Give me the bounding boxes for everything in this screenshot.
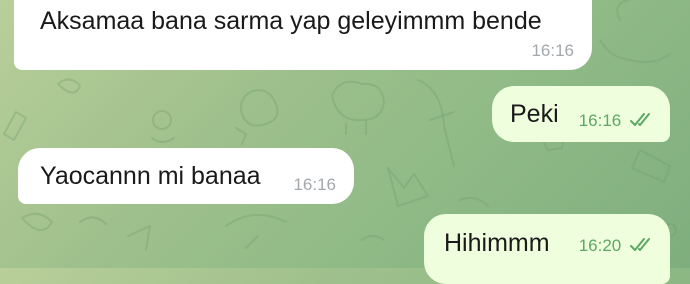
message-time: 16:20 [578, 236, 622, 255]
message-meta: 16:16 [579, 111, 656, 131]
message-text: Hihimmm [444, 229, 550, 257]
double-check-read-icon [630, 238, 650, 251]
message-text: Peki [510, 100, 559, 128]
message-bubble-incoming[interactable]: Aksamaa bana sarma yap geleyimmm bende 1… [14, 0, 592, 70]
message-bubble-outgoing[interactable]: Hihimmm 16:20 [424, 214, 670, 284]
message-text: Yaocannn mi banaa [40, 162, 261, 190]
message-time: 16:16 [293, 175, 336, 194]
message-time: 16:16 [531, 41, 574, 60]
double-check-read-icon [630, 113, 650, 126]
message-bubble-outgoing[interactable]: Peki 16:16 [492, 86, 670, 142]
message-meta: 16:20 [579, 236, 656, 256]
message-text: Aksamaa bana sarma yap geleyimmm bende [40, 7, 542, 35]
message-bubble-incoming[interactable]: Yaocannn mi banaa 16:16 [18, 148, 354, 204]
message-time: 16:16 [578, 111, 622, 130]
